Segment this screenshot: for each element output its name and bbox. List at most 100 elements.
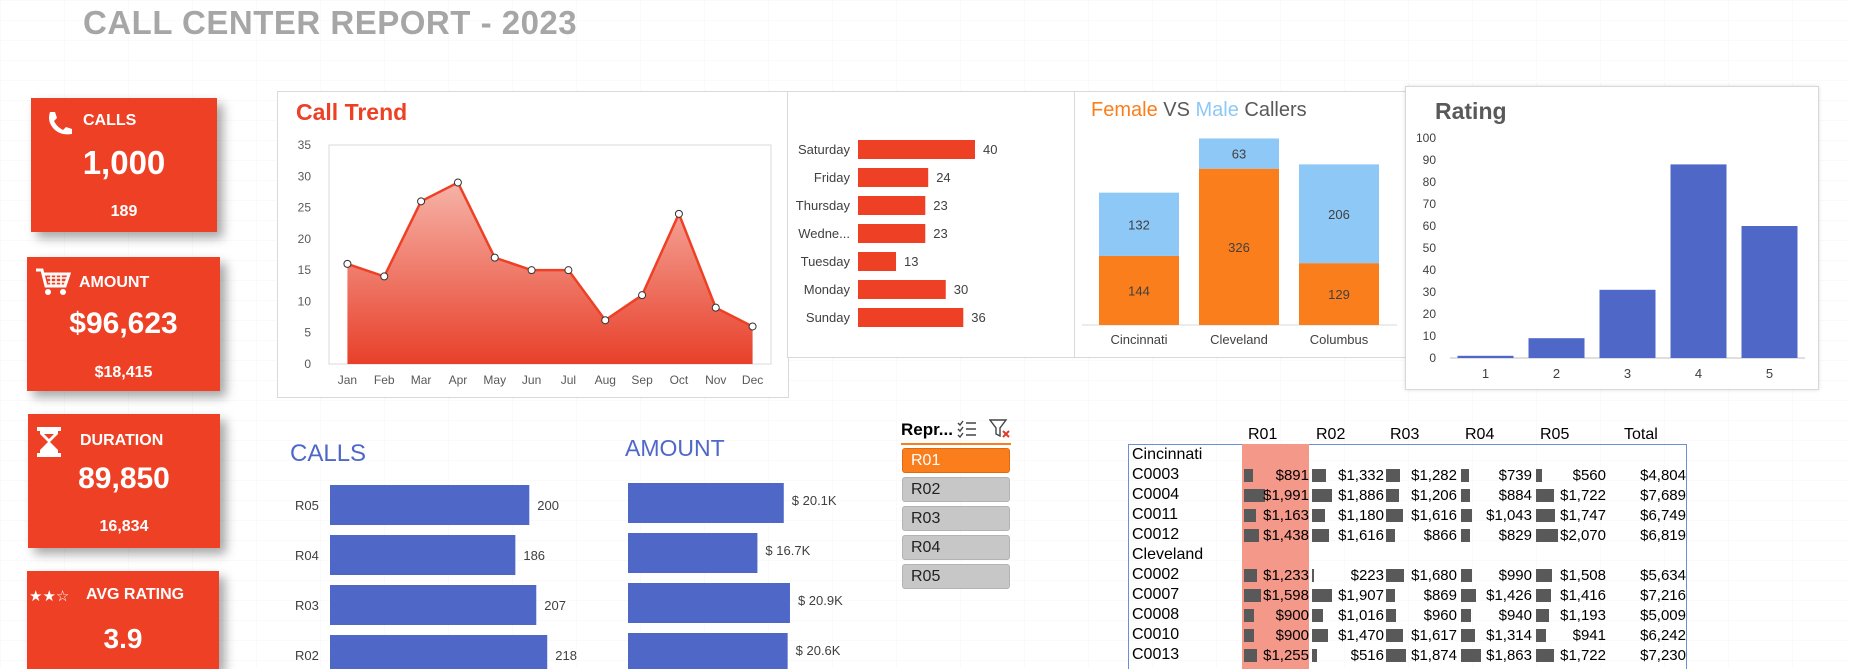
kpi-amount-card[interactable]: AMOUNT $96,623 $18,415 (27, 257, 220, 391)
pivot-cell[interactable]: $1,886 (1338, 487, 1384, 504)
pivot-cell[interactable]: $4,804 (1640, 467, 1686, 484)
pivot-cell[interactable]: $1,470 (1338, 627, 1384, 644)
pivot-cell[interactable]: $1,180 (1338, 507, 1384, 524)
pivot-cell[interactable]: $1,617 (1411, 627, 1457, 644)
pivot-cell[interactable]: $1,043 (1486, 507, 1532, 524)
pivot-data-bar (1312, 509, 1325, 522)
pivot-cell[interactable]: $960 (1424, 607, 1457, 624)
pivot-cell[interactable]: $1,598 (1263, 587, 1309, 604)
pivot-cell[interactable]: $560 (1573, 467, 1606, 484)
clear-filter-icon[interactable] (988, 419, 1011, 444)
pivot-cell[interactable]: $1,722 (1560, 647, 1606, 664)
slicer-item-r01[interactable]: R01 (902, 448, 1010, 473)
pivot-cell[interactable]: $1,747 (1560, 507, 1606, 524)
pivot-cell[interactable]: $223 (1351, 567, 1384, 584)
pivot-data-bar (1461, 469, 1469, 482)
pivot-cell[interactable]: $1,438 (1263, 527, 1309, 544)
weekday-label: Saturday (798, 142, 851, 157)
pivot-cell[interactable]: $1,616 (1411, 507, 1457, 524)
pivot-cell[interactable]: $6,242 (1640, 627, 1686, 644)
pivot-cell[interactable]: $891 (1276, 467, 1309, 484)
pivot-cell[interactable]: $1,874 (1411, 647, 1457, 664)
kpi-rating-card[interactable]: ★★☆ AVG RATING 3.9 (27, 571, 219, 669)
pivot-cell[interactable]: $5,009 (1640, 607, 1686, 624)
slicer-header: Repr... (901, 420, 953, 439)
pivot-cell[interactable]: $6,819 (1640, 527, 1686, 544)
pivot-cell[interactable]: $869 (1424, 587, 1457, 604)
pivot-cell[interactable]: $1,616 (1338, 527, 1384, 544)
pivot-cell[interactable]: $1,991 (1263, 487, 1309, 504)
pivot-cell[interactable]: $829 (1499, 527, 1532, 544)
pivot-cell[interactable]: $1,332 (1338, 467, 1384, 484)
pivot-cell[interactable]: $1,233 (1263, 567, 1309, 584)
pivot-data-bar (1244, 509, 1256, 522)
pivot-cell[interactable]: $7,689 (1640, 487, 1686, 504)
trend-point (674, 209, 683, 218)
pivot-cell[interactable]: $940 (1499, 607, 1532, 624)
pivot-cell[interactable]: $1,206 (1411, 487, 1457, 504)
x-tick-label: 3 (1624, 366, 1631, 381)
pivot-cell[interactable]: $7,216 (1640, 587, 1686, 604)
x-tick-label: Apr (449, 373, 468, 387)
pivot-data-bar (1461, 509, 1472, 522)
y-tick-label: 0 (304, 357, 311, 371)
kpi-rating-value: 3.9 (103, 623, 143, 654)
pivot-cell[interactable]: $1,863 (1486, 647, 1532, 664)
amount-value: $ 20.1K (792, 493, 837, 508)
kpi-amount-sub: $18,415 (94, 364, 153, 381)
kpi-amount-label: AMOUNT (79, 274, 150, 291)
slicer-item-r02[interactable]: R02 (902, 477, 1010, 502)
pivot-cell[interactable]: $1,722 (1560, 487, 1606, 504)
weekday-value: 30 (954, 282, 968, 297)
pivot-cell[interactable]: $1,255 (1263, 647, 1309, 664)
pivot-cell[interactable]: $884 (1499, 487, 1532, 504)
pivot-cell[interactable]: $1,282 (1411, 467, 1457, 484)
weekday-bar (858, 252, 897, 271)
calls-bar (330, 585, 537, 625)
pivot-cell[interactable]: $1,193 (1560, 607, 1606, 624)
slicer-item-r05[interactable]: R05 (902, 564, 1010, 589)
pivot-cell[interactable]: $900 (1276, 607, 1309, 624)
x-tick-label: 1 (1482, 366, 1489, 381)
kpi-duration-card[interactable]: DURATION 89,850 16,834 (28, 414, 220, 548)
multi-select-icon[interactable] (957, 420, 977, 443)
slicer-item-r03[interactable]: R03 (902, 506, 1010, 531)
pivot-cell[interactable]: $516 (1351, 647, 1384, 664)
pivot-cell[interactable]: $900 (1276, 627, 1309, 644)
rep-label: R03 (295, 598, 319, 613)
pivot-cell[interactable]: $7,230 (1640, 647, 1686, 664)
calls-bar (330, 485, 530, 525)
pivot-cell[interactable]: $2,070 (1560, 527, 1606, 544)
pivot-data-bar (1312, 609, 1323, 622)
gender-category-label: Cincinnati (1110, 332, 1167, 347)
slicer-item-r04[interactable]: R04 (902, 535, 1010, 560)
pivot-cell[interactable]: $1,508 (1560, 567, 1606, 584)
trend-point (711, 303, 720, 312)
y-tick-label: 15 (298, 263, 312, 277)
pivot-cell[interactable]: $1,680 (1411, 567, 1457, 584)
pivot-cell[interactable]: $1,416 (1560, 587, 1606, 604)
pivot-cell[interactable]: $739 (1499, 467, 1532, 484)
pivot-cell[interactable]: $866 (1424, 527, 1457, 544)
pivot-cell[interactable]: $1,163 (1263, 507, 1309, 524)
y-tick-label: 70 (1423, 197, 1437, 211)
pivot-cell[interactable]: $990 (1499, 567, 1532, 584)
pivot-cell[interactable]: $6,749 (1640, 507, 1686, 524)
kpi-calls-card[interactable]: CALLS 1,000 189 (31, 98, 217, 232)
pivot-cell[interactable]: $1,314 (1486, 627, 1532, 644)
y-tick-label: 30 (298, 169, 312, 183)
pivot-cell[interactable]: $1,426 (1486, 587, 1532, 604)
pivot-cell[interactable]: $5,634 (1640, 567, 1686, 584)
pivot-cell[interactable]: $1,907 (1338, 587, 1384, 604)
pivot-cell[interactable]: $941 (1573, 627, 1606, 644)
trend-point (601, 316, 610, 325)
pivot-row-label: C0013 (1132, 646, 1180, 663)
kpi-duration-label: DURATION (80, 432, 164, 449)
trend-point (343, 259, 352, 268)
kpi-rating-label: AVG RATING (86, 586, 185, 603)
calls-by-rep-title: CALLS (290, 440, 367, 467)
weekday-chart: Saturday 40 Friday 24 Thursday 23 Wedne... 23 Tu… (796, 140, 997, 327)
y-tick-label: 40 (1423, 263, 1437, 277)
pivot-cell[interactable]: $1,016 (1338, 607, 1384, 624)
gender-data-label: 206 (1328, 207, 1350, 222)
